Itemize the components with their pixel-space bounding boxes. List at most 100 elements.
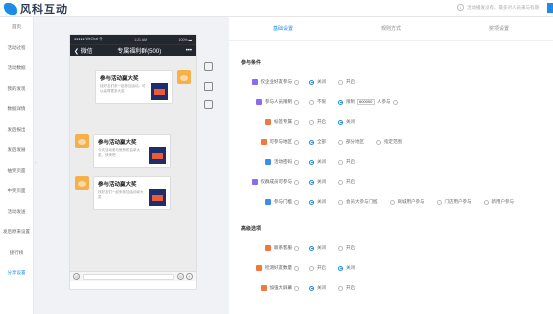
top-action-button[interactable] <box>547 3 553 13</box>
radio-icon[interactable] <box>376 139 381 145</box>
shirt-icon[interactable] <box>204 62 213 71</box>
collapse-sidebar-icon[interactable]: ‹ <box>35 160 37 166</box>
sidebar-item[interactable]: 首页 <box>0 17 33 38</box>
radio-option[interactable]: 不限 <box>309 99 326 105</box>
tab[interactable]: 规则方式 <box>337 17 445 40</box>
help-icon[interactable] <box>294 179 299 185</box>
radio-option[interactable]: 关闭 <box>309 159 326 165</box>
help-icon[interactable] <box>294 199 299 205</box>
radio-icon[interactable] <box>309 99 314 105</box>
radio-icon[interactable] <box>436 199 442 205</box>
sidebar-item[interactable]: 中奖页面 <box>0 181 33 202</box>
sidebar-item[interactable]: 发后原来设置 <box>0 222 33 243</box>
chat-message[interactable]: 参与活动赢大奖 找好友们一起来参加活动拿大奖 <box>75 176 175 210</box>
radio-icon[interactable] <box>338 139 343 145</box>
help-icon[interactable] <box>294 265 299 271</box>
radio-option[interactable]: 新用户参与 <box>483 199 514 205</box>
radio-icon[interactable] <box>309 79 314 85</box>
sidebar-item[interactable]: 我的发现 <box>0 79 33 100</box>
share-card[interactable]: 参与活动赢大奖 今天活动参与就有机会拿大奖，快来吧 <box>93 134 171 168</box>
radio-icon[interactable] <box>309 245 314 251</box>
radio-option[interactable]: 关闭 <box>309 79 326 85</box>
radio-group: 不限 限制 600000 人参与 <box>309 99 410 105</box>
more-icon[interactable]: ••• <box>186 48 192 54</box>
radio-icon[interactable] <box>309 285 314 291</box>
radio-option[interactable]: 开启 <box>309 265 326 271</box>
page-icon[interactable] <box>204 82 213 91</box>
emoji-icon[interactable]: ☺ <box>177 273 184 280</box>
sidebar-item[interactable]: 发后发展 <box>0 140 33 161</box>
radio-label: 开启 <box>317 119 326 124</box>
radio-icon[interactable] <box>338 265 343 271</box>
grid-icon[interactable] <box>204 100 213 109</box>
radio-option[interactable]: 全部 <box>309 139 326 145</box>
radio-option[interactable]: 商城用户参与 <box>389 199 425 205</box>
voice-icon[interactable]: ◁ <box>73 273 80 280</box>
radio-option[interactable]: 关闭 <box>309 285 326 291</box>
sidebar-item[interactable]: 数据详情 <box>0 99 33 120</box>
radio-option[interactable]: 会员大参与门槛 <box>338 199 378 205</box>
sidebar-item[interactable]: 抽奖页面 <box>0 161 33 182</box>
radio-icon[interactable] <box>338 159 343 165</box>
radio-icon[interactable] <box>338 79 343 85</box>
sidebar-item[interactable]: 接行榜 <box>0 243 33 264</box>
help-icon[interactable] <box>392 99 398 105</box>
radio-option[interactable]: 开启 <box>338 159 355 165</box>
sidebar-item[interactable]: 发后报出 <box>0 120 33 141</box>
radio-icon[interactable] <box>389 199 395 205</box>
radio-option[interactable]: 关闭 <box>338 119 355 125</box>
help-icon[interactable] <box>294 119 299 125</box>
help-icon[interactable] <box>294 285 299 291</box>
radio-icon[interactable] <box>309 179 314 185</box>
radio-icon[interactable] <box>338 179 343 185</box>
radio-icon[interactable] <box>338 119 343 125</box>
radio-icon[interactable] <box>309 119 314 125</box>
radio-option[interactable]: 指定范围 <box>376 139 402 145</box>
radio-icon[interactable] <box>483 199 489 205</box>
limit-input[interactable]: 600000 <box>357 99 375 105</box>
sidebar-item[interactable]: 分享设置 <box>0 263 33 284</box>
radio-option[interactable]: 开启 <box>338 285 355 291</box>
radio-icon[interactable] <box>309 159 314 165</box>
help-icon[interactable] <box>294 139 299 145</box>
help-icon[interactable] <box>294 159 299 165</box>
sidebar-item[interactable]: 活动发送 <box>0 202 33 223</box>
radio-icon[interactable] <box>309 199 314 205</box>
back-button[interactable]: ❮ 微信 <box>74 46 93 55</box>
radio-icon[interactable] <box>338 245 343 251</box>
help-icon[interactable] <box>294 79 299 85</box>
radio-option[interactable]: 关闭 <box>338 265 355 271</box>
logo[interactable]: 风科互动 <box>4 2 68 16</box>
tab[interactable]: 基础设置 <box>229 17 337 40</box>
help-icon[interactable] <box>294 245 299 251</box>
tab[interactable]: 奖项设置 <box>445 17 553 40</box>
radio-icon[interactable] <box>309 265 314 271</box>
radio-option[interactable]: 开启 <box>338 245 355 251</box>
radio-icon[interactable] <box>338 285 343 291</box>
radio-option[interactable]: 门店用户参与 <box>436 199 472 205</box>
radio-option[interactable]: 开启 <box>338 79 355 85</box>
radio-option[interactable]: 关闭 <box>309 199 326 205</box>
help-icon[interactable] <box>294 99 299 105</box>
share-card[interactable]: 参与活动赢大奖 找好友们来一起参加活动，可以赢得更多大奖 <box>95 70 173 104</box>
setting-row: 加强大屏幕 关闭 开启 <box>229 282 553 294</box>
radio-icon[interactable] <box>309 139 314 145</box>
radio-icon[interactable] <box>338 99 343 105</box>
share-card[interactable]: 参与活动赢大奖 找好友们一起来参加活动拿大奖 <box>93 176 171 210</box>
chat-input[interactable] <box>83 273 174 280</box>
radio-option[interactable]: 开启 <box>309 119 326 125</box>
radio-option[interactable]: 关闭 <box>309 245 326 251</box>
setting-label: 参与人员限制 <box>256 99 299 105</box>
radio-icon[interactable] <box>338 199 343 205</box>
help-notice[interactable]: i 活动播发没有、最多对人员来与有期 <box>457 4 539 11</box>
radio-option[interactable]: 部分地区 <box>338 139 364 145</box>
radio-option[interactable]: 开启 <box>338 179 355 185</box>
sidebar-item[interactable]: 活动过程 <box>0 38 33 59</box>
radio-option[interactable]: 限制 600000 人参与 <box>338 99 398 105</box>
chat-message[interactable]: 参与活动赢大奖 找好友们来一起参加活动，可以赢得更多大奖 <box>91 70 191 104</box>
plus-icon[interactable]: + <box>186 273 193 280</box>
radio-option[interactable]: 关闭 <box>309 179 326 185</box>
sidebar-item[interactable]: 活动数据 <box>0 58 33 79</box>
chat-message[interactable]: 参与活动赢大奖 今天活动参与就有机会拿大奖，快来吧 <box>75 134 175 168</box>
setting-row: 标签专属 开启 关闭 <box>229 116 553 128</box>
